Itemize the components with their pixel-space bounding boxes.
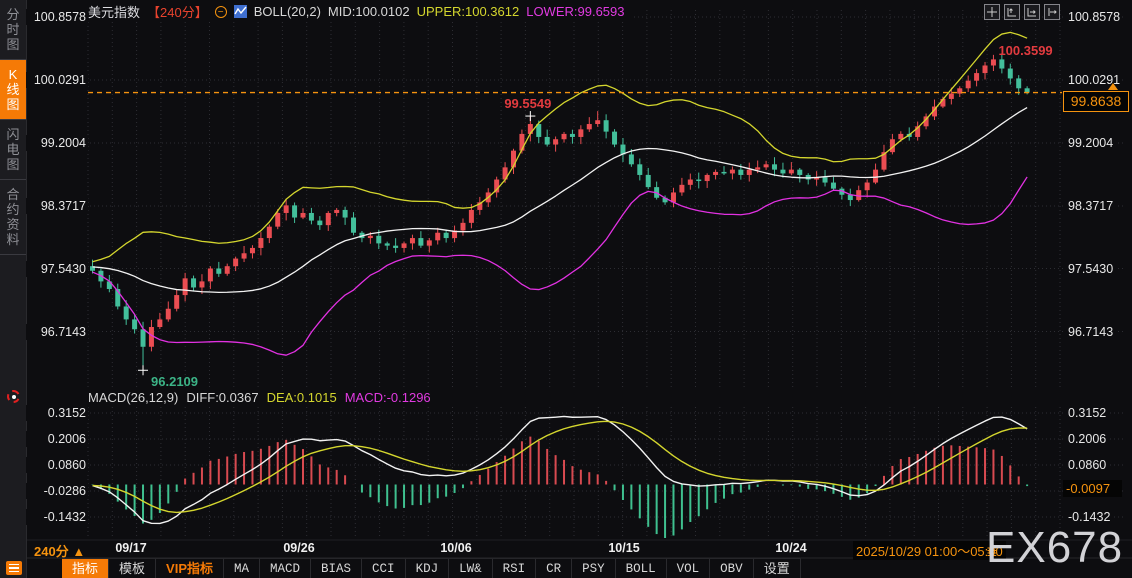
axis-label: 97.5430 — [26, 260, 88, 277]
toolbar-item-4[interactable]: MACD — [260, 559, 312, 578]
toolbar-item-0[interactable]: 指标 — [62, 559, 110, 578]
axis-label: 96.7143 — [1066, 323, 1116, 340]
toolbar-item-8[interactable]: LW& — [449, 559, 493, 578]
shift-right-icon[interactable] — [1044, 4, 1060, 20]
collapse-icon[interactable]: − — [214, 5, 227, 18]
kline-chart-canvas[interactable] — [0, 0, 1132, 578]
current-macd-badge: -0.0097 — [1063, 480, 1122, 497]
current-price-badge: 99.8638 — [1063, 90, 1129, 112]
axis-label: 99.2004 — [1066, 135, 1116, 151]
period-label[interactable]: 【240分】 — [147, 2, 208, 21]
current-bar-datetime: 2025/10/29 01:00～05:00 — [853, 541, 1006, 560]
toolbar-item-10[interactable]: CR — [536, 559, 573, 578]
x-axis-date: 10/06 — [440, 541, 472, 555]
toolbar-item-7[interactable]: KDJ — [406, 559, 450, 578]
indicator-thumbnail-icon[interactable] — [233, 5, 247, 18]
axis-label: 100.8578 — [26, 9, 88, 25]
axis-label: 0.3152 — [26, 405, 88, 421]
axis-label: -0.0286 — [26, 483, 88, 499]
toolbar-item-13[interactable]: VOL — [667, 559, 711, 578]
axis-label: 100.8578 — [1066, 9, 1123, 25]
price-up-arrow-icon — [1108, 82, 1118, 90]
candles — [90, 53, 1030, 371]
chart-type-tabs: 分时图K线图闪电图合约资料 — [0, 0, 26, 255]
axis-label: 100.0291 — [26, 72, 88, 88]
boll-lower-value: LOWER:99.6593 — [526, 4, 625, 19]
trading-app-window: 分时图K线图闪电图合约资料 美元指数 【240分】 − BOLL(20,2) M… — [0, 0, 1132, 578]
sidebar-menu-icon[interactable] — [6, 561, 22, 575]
toolbar-item-2[interactable]: VIP指标 — [156, 559, 224, 578]
axis-label: -0.1432 — [26, 509, 88, 525]
macd-header: MACD(26,12,9) DIFF:0.0367 DEA:0.1015 MAC… — [88, 390, 437, 405]
toolbar-item-5[interactable]: BIAS — [311, 559, 363, 578]
watermark: EX678 — [986, 523, 1124, 572]
axis-label: 97.5430 — [1066, 260, 1116, 277]
sidebar-tab-0[interactable]: 分时图 — [0, 0, 26, 60]
macd-dea-value: DEA:0.1015 — [266, 390, 337, 405]
x-axis-date: 09/17 — [115, 541, 147, 555]
sidebar-tab-2[interactable]: 闪电图 — [0, 120, 26, 180]
x-axis-date: 09/26 — [283, 541, 315, 555]
sidebar-tab-3[interactable]: 合约资料 — [0, 180, 26, 255]
axis-label: 0.2006 — [1066, 431, 1109, 447]
chart-toolbox — [984, 4, 1060, 20]
scale-right-axis-icon[interactable] — [1024, 4, 1040, 20]
swing-high-annotation: 99.5549 — [504, 96, 552, 112]
axis-label: 0.0860 — [1066, 457, 1109, 473]
bollinger-bands — [92, 31, 1028, 356]
toolbar-item-11[interactable]: PSY — [572, 559, 616, 578]
toolbar-item-12[interactable]: BOLL — [616, 559, 667, 578]
x-axis-date: 10/15 — [608, 541, 640, 555]
indicator-toolbar: 指标 模板 VIP指标 MA MACD BIAS CCI KDJ LW& RSI CR PSY BOLL… — [62, 558, 801, 578]
axis-label: 0.3152 — [1066, 405, 1109, 421]
x-axis-date: 10/24 — [775, 541, 807, 555]
low-price-annotation: 96.2109 — [151, 374, 199, 390]
hot-spot-icon[interactable] — [7, 390, 20, 403]
macd-diff-value: DIFF:0.0367 — [186, 390, 259, 405]
sidebar-tab-1[interactable]: K线图 — [0, 60, 26, 120]
boll-mid-value: MID:100.0102 — [327, 4, 410, 19]
macd-params-label: MACD(26,12,9) — [88, 390, 179, 405]
macd-macd-value: MACD:-0.1296 — [344, 390, 431, 405]
axis-label: 0.0860 — [26, 457, 88, 473]
axis-label: 96.7143 — [26, 323, 88, 340]
boll-label: BOLL(20,2) — [253, 4, 321, 19]
toolbar-item-3[interactable]: MA — [224, 559, 261, 578]
macd-panel — [91, 415, 1029, 538]
high-price-annotation: 100.3599 — [998, 42, 1053, 58]
axis-label: 99.2004 — [26, 135, 88, 151]
axis-label: 98.3717 — [26, 198, 88, 214]
scale-up-axis-icon[interactable] — [1004, 4, 1020, 20]
symbol-name: 美元指数 — [88, 5, 141, 20]
axis-label: 0.2006 — [26, 431, 88, 447]
chart-type-sidebar: 分时图K线图闪电图合约资料 — [0, 0, 27, 578]
toolbar-item-15[interactable]: 设置 — [754, 559, 801, 578]
axis-label: 98.3717 — [1066, 198, 1116, 214]
toolbar-item-14[interactable]: OBV — [710, 559, 754, 578]
boll-upper-value: UPPER:100.3612 — [416, 4, 520, 19]
toolbar-item-6[interactable]: CCI — [362, 559, 406, 578]
move-chart-icon[interactable] — [984, 4, 1000, 20]
toolbar-item-9[interactable]: RSI — [493, 559, 537, 578]
chart-header: 美元指数 【240分】 − BOLL(20,2) MID:100.0102 UP… — [88, 3, 631, 20]
toolbar-item-1[interactable]: 模板 — [109, 559, 157, 578]
